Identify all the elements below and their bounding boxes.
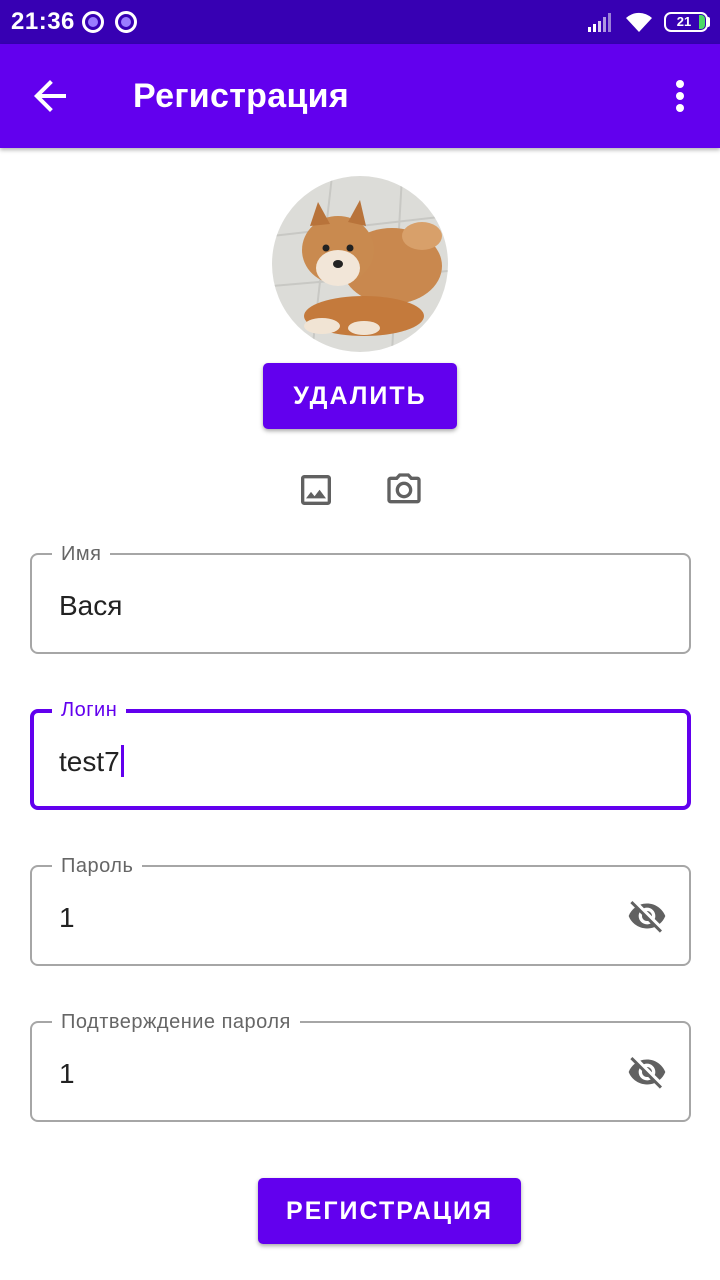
battery-level: 21 <box>676 14 692 29</box>
more-vert-icon <box>676 80 684 112</box>
password-label: Пароль <box>52 853 143 879</box>
app-bar: Регистрация <box>0 44 720 148</box>
status-time: 21:36 <box>11 8 75 35</box>
page-title: Регистрация <box>133 77 349 115</box>
password-visibility-toggle[interactable] <box>625 896 669 936</box>
register-button[interactable]: РЕГИСТРАЦИЯ <box>258 1178 521 1244</box>
back-button[interactable] <box>26 72 74 120</box>
password-field[interactable]: Пароль 1 <box>30 853 691 966</box>
camera-button[interactable] <box>384 470 424 510</box>
login-input[interactable]: test7 <box>59 745 124 779</box>
login-field[interactable]: Логин test7 <box>30 697 691 810</box>
status-bar: 21:36 21 <box>0 0 720 44</box>
dog-photo <box>272 176 448 352</box>
name-input[interactable]: Вася <box>59 589 122 623</box>
text-cursor <box>120 745 124 777</box>
arrow-back-icon <box>34 80 66 112</box>
login-value: test7 <box>59 746 120 777</box>
password-confirm-visibility-toggle[interactable] <box>625 1052 669 1092</box>
name-label: Имя <box>52 541 111 567</box>
password-confirm-input[interactable]: 1 <box>59 1057 75 1091</box>
wifi-icon <box>626 12 652 32</box>
visibility-off-icon <box>628 1057 666 1089</box>
delete-photo-button[interactable]: УДАЛИТЬ <box>263 363 457 429</box>
gallery-button[interactable] <box>296 470 336 510</box>
login-label: Логин <box>52 697 127 723</box>
password-confirm-label: Подтверждение пароля <box>52 1009 300 1035</box>
camera-icon <box>387 473 421 504</box>
notification-icon <box>115 11 137 33</box>
avatar <box>272 176 448 352</box>
overflow-menu-button[interactable] <box>660 72 700 120</box>
name-field[interactable]: Имя Вася <box>30 541 691 654</box>
battery-icon: 21 <box>664 12 708 32</box>
notification-icon <box>82 11 104 33</box>
signal-icon <box>588 13 611 32</box>
password-input[interactable]: 1 <box>59 901 75 935</box>
image-icon <box>301 475 331 505</box>
visibility-off-icon <box>628 901 666 933</box>
password-confirm-field[interactable]: Подтверждение пароля 1 <box>30 1009 691 1122</box>
